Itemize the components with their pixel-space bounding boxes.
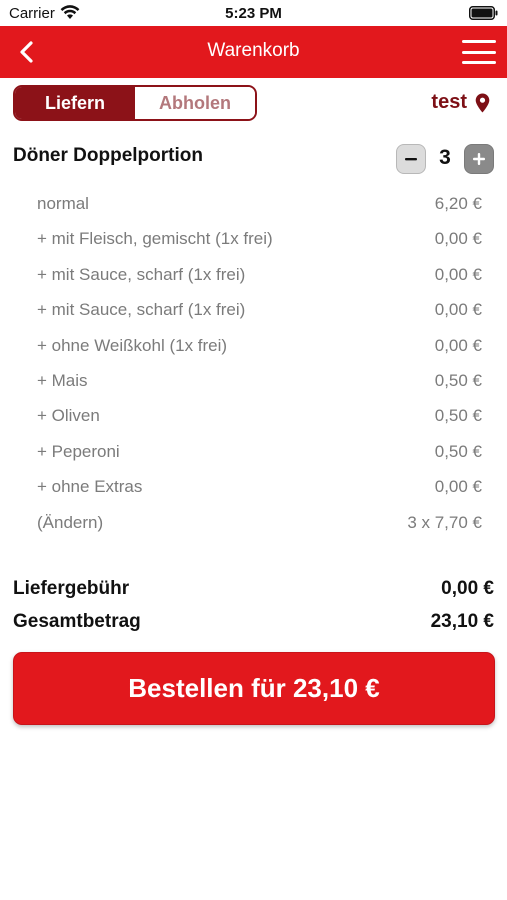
item-price: 0,00 € bbox=[434, 300, 482, 320]
status-time: 5:23 PM bbox=[225, 5, 282, 22]
list-item: + ohne Weißkohl (1x frei) 0,00 € bbox=[0, 328, 507, 363]
tab-abholen[interactable]: Abholen bbox=[135, 87, 255, 119]
quantity-increase-button[interactable] bbox=[464, 144, 494, 174]
list-item: + Mais 0,50 € bbox=[0, 363, 507, 398]
product-name: Döner Doppelportion bbox=[13, 145, 203, 166]
item-label: + mit Sauce, scharf (1x frei) bbox=[37, 264, 246, 284]
item-label: + mit Fleisch, gemischt (1x frei) bbox=[37, 229, 273, 249]
delivery-fee-label: Liefergebühr bbox=[13, 578, 130, 599]
item-price: 0,50 € bbox=[434, 370, 482, 390]
item-label: + mit Sauce, scharf (1x frei) bbox=[37, 300, 246, 320]
location-selector[interactable]: test bbox=[431, 91, 490, 114]
list-item: + mit Sauce, scharf (1x frei) 0,00 € bbox=[0, 257, 507, 292]
delivery-mode-toggle: Liefern Abholen bbox=[13, 85, 257, 121]
edit-link-label: (Ändern) bbox=[37, 512, 104, 532]
battery-icon bbox=[469, 6, 498, 20]
cart-item-options: normal 6,20 € + mit Fleisch, gemischt (1… bbox=[0, 186, 507, 540]
item-price: 0,50 € bbox=[434, 406, 482, 426]
delivery-fee-row: Liefergebühr 0,00 € bbox=[13, 578, 494, 604]
plus-icon bbox=[473, 153, 485, 165]
item-label: normal bbox=[37, 194, 89, 213]
item-price: 0,00 € bbox=[434, 335, 482, 355]
location-label: test bbox=[431, 91, 467, 113]
total-label: Gesamtbetrag bbox=[13, 611, 141, 632]
tab-liefern[interactable]: Liefern bbox=[15, 87, 135, 119]
item-label: + ohne Extras bbox=[37, 477, 143, 497]
order-button-label: Bestellen für 23,10 € bbox=[128, 673, 380, 703]
item-label: + ohne Weißkohl (1x frei) bbox=[37, 335, 228, 355]
list-item: + Peperoni 0,50 € bbox=[0, 434, 507, 469]
item-price: 6,20 € bbox=[434, 194, 482, 213]
hamburger-menu-icon bbox=[462, 40, 496, 43]
total-row: Gesamtbetrag 23,10 € bbox=[13, 611, 494, 637]
edit-item-link[interactable]: (Ändern) 3 x 7,70 € bbox=[0, 505, 507, 540]
list-item: + mit Fleisch, gemischt (1x frei) 0,00 € bbox=[0, 221, 507, 256]
list-item: + Oliven 0,50 € bbox=[0, 398, 507, 433]
minus-icon bbox=[405, 158, 417, 161]
list-item: normal 6,20 € bbox=[0, 186, 507, 221]
item-price: 0,00 € bbox=[434, 264, 482, 284]
order-button[interactable]: Bestellen für 23,10 € bbox=[13, 652, 495, 725]
list-item: + ohne Extras 0,00 € bbox=[0, 469, 507, 504]
item-price: 0,00 € bbox=[434, 229, 482, 249]
map-pin-icon bbox=[475, 93, 490, 112]
item-price: 0,50 € bbox=[434, 441, 482, 461]
delivery-fee-value: 0,00 € bbox=[441, 578, 494, 599]
status-bar: Carrier 5:23 PM bbox=[0, 0, 507, 26]
item-price: 0,00 € bbox=[434, 477, 482, 497]
list-item: + mit Sauce, scharf (1x frei) 0,00 € bbox=[0, 292, 507, 327]
menu-button[interactable] bbox=[461, 38, 497, 66]
item-label: + Mais bbox=[37, 370, 88, 390]
item-label: + Peperoni bbox=[37, 441, 120, 461]
item-subtotal: 3 x 7,70 € bbox=[407, 512, 482, 532]
total-value: 23,10 € bbox=[430, 611, 494, 632]
item-label: + Oliven bbox=[37, 406, 100, 426]
quantity-decrease-button[interactable] bbox=[396, 144, 426, 174]
quantity-value: 3 bbox=[439, 146, 451, 169]
nav-bar: Warenkorb bbox=[0, 26, 507, 78]
page-title: Warenkorb bbox=[207, 40, 300, 61]
